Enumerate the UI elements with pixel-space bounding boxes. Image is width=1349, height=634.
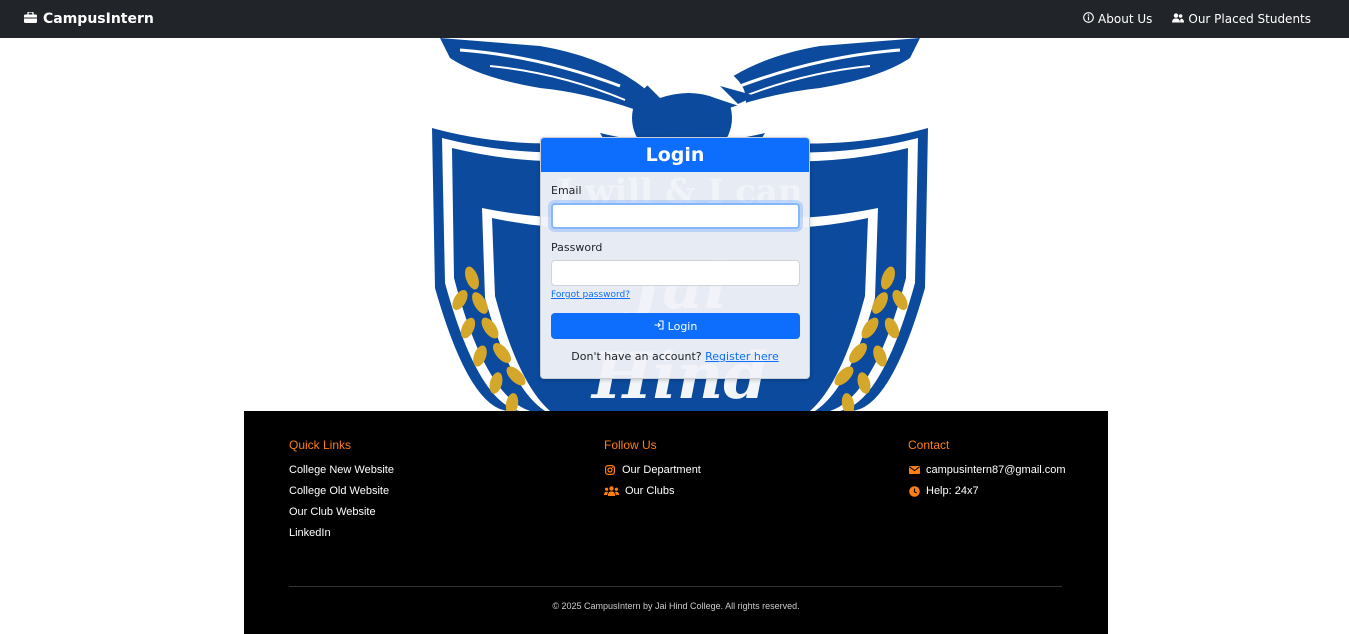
- login-title: Login: [541, 138, 809, 172]
- navbar: CampusIntern About Us Our Placed Student…: [0, 0, 1349, 38]
- footer-link-label: LinkedIn: [289, 527, 331, 539]
- quick-links-heading: Quick Links: [289, 438, 352, 452]
- contact-column: Contact campusintern87@gmail.com Help: 2…: [908, 438, 1066, 506]
- follow-our-department-label: Our Department: [622, 464, 701, 476]
- contact-help: Help: 24x7: [908, 485, 1066, 497]
- login-form: Email Password Forgot password? Login Do…: [541, 172, 809, 363]
- instagram-icon: [604, 465, 616, 475]
- footer-link-label: College New Website: [289, 464, 394, 476]
- brand-link[interactable]: CampusIntern: [24, 11, 154, 27]
- quick-links-column: Quick Links College New Website College …: [289, 438, 394, 548]
- email-label: Email: [551, 184, 582, 197]
- users-icon: [604, 486, 619, 496]
- footer-link-label: College Old Website: [289, 485, 390, 497]
- follow-our-department[interactable]: Our Department: [604, 464, 701, 476]
- password-label: Password: [551, 241, 603, 254]
- follow-us-heading: Follow Us: [604, 438, 657, 452]
- follow-our-clubs[interactable]: Our Clubs: [604, 485, 701, 497]
- no-account-text: Don't have an account?: [571, 350, 702, 363]
- follow-our-clubs-label: Our Clubs: [625, 485, 675, 497]
- nav-links: About Us Our Placed Students: [1083, 12, 1311, 26]
- follow-us-column: Follow Us Our Department Our Clubs: [604, 438, 701, 506]
- footer-link-linkedin[interactable]: LinkedIn: [289, 527, 394, 539]
- envelope-icon: [908, 466, 920, 474]
- clock-icon: [908, 485, 920, 497]
- nav-about-us[interactable]: About Us: [1083, 12, 1152, 26]
- copyright: © 2025 CampusIntern by Jai Hind College.…: [552, 601, 800, 611]
- sign-in-icon: [654, 319, 664, 333]
- register-link[interactable]: Register here: [705, 350, 779, 363]
- nav-about-us-label: About Us: [1098, 12, 1153, 26]
- footer-link-club-website[interactable]: Our Club Website: [289, 506, 394, 518]
- contact-help-label: Help: 24x7: [926, 485, 979, 497]
- footer-link-college-old[interactable]: College Old Website: [289, 485, 394, 497]
- nav-placed-students-label: Our Placed Students: [1188, 12, 1311, 26]
- register-row: Don't have an account? Register here: [551, 350, 799, 363]
- nav-placed-students[interactable]: Our Placed Students: [1172, 12, 1311, 26]
- people-icon: [1172, 12, 1185, 26]
- briefcase-icon: [24, 11, 37, 27]
- footer-link-label: Our Club Website: [289, 506, 376, 518]
- contact-email-label: campusintern87@gmail.com: [926, 464, 1066, 476]
- forgot-password-link[interactable]: Forgot password?: [551, 290, 799, 300]
- brand-name: CampusIntern: [43, 11, 154, 27]
- login-card: Login Email Password Forgot password? Lo…: [540, 137, 810, 379]
- info-circle-icon: [1083, 12, 1094, 26]
- login-button[interactable]: Login: [551, 313, 800, 339]
- email-field[interactable]: [551, 203, 800, 229]
- contact-heading: Contact: [908, 438, 950, 452]
- footer-link-college-new[interactable]: College New Website: [289, 464, 394, 476]
- footer: Quick Links College New Website College …: [244, 411, 1108, 634]
- login-button-label: Login: [667, 319, 698, 333]
- password-field[interactable]: [551, 260, 800, 286]
- footer-divider: [289, 586, 1062, 587]
- contact-email[interactable]: campusintern87@gmail.com: [908, 464, 1066, 476]
